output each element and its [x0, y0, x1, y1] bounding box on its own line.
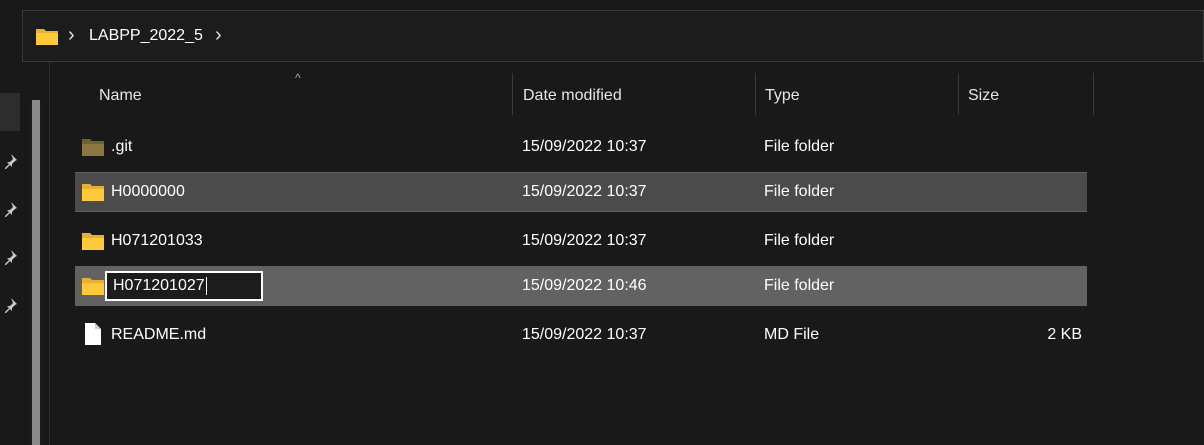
column-header-type[interactable]: Type — [765, 86, 800, 106]
column-header-name[interactable]: Name — [99, 86, 142, 106]
nav-item[interactable] — [0, 93, 20, 131]
column-header-size[interactable]: Size — [968, 86, 999, 106]
file-size — [967, 127, 1082, 167]
file-type: File folder — [764, 277, 835, 294]
breadcrumb-item[interactable]: LABPP_2022_5 — [89, 26, 203, 46]
file-name: .git — [111, 138, 133, 155]
address-bar[interactable]: › LABPP_2022_5 › — [22, 10, 1204, 62]
file-type: MD File — [764, 326, 820, 343]
chevron-right-icon[interactable]: › — [68, 25, 75, 45]
file-name: H071201033 — [111, 232, 203, 249]
column-header-date[interactable]: Date modified — [523, 86, 622, 106]
pin-icon[interactable] — [2, 249, 18, 265]
file-name: H0000000 — [111, 183, 185, 200]
nav-scrollbar[interactable] — [30, 100, 42, 445]
folder-icon — [82, 233, 104, 250]
rename-input-text: H071201027 — [113, 277, 205, 294]
file-size: 2 KB — [1047, 326, 1082, 343]
pin-icon[interactable] — [2, 297, 18, 313]
pane-divider[interactable] — [49, 62, 50, 445]
sort-ascending-icon: ^ — [295, 71, 301, 85]
file-type: File folder — [764, 232, 835, 249]
folder-icon — [82, 139, 104, 156]
file-size — [967, 221, 1082, 261]
chevron-right-icon[interactable]: › — [215, 25, 222, 45]
column-divider[interactable] — [1093, 73, 1094, 115]
file-date: 15/09/2022 10:37 — [522, 326, 647, 343]
column-divider[interactable] — [755, 73, 756, 115]
file-row[interactable]: H0000000 15/09/2022 10:37 File folder — [75, 172, 1087, 212]
file-size — [967, 173, 1082, 213]
file-row[interactable]: H071201027 15/09/2022 10:46 File folder — [75, 266, 1087, 306]
column-divider[interactable] — [958, 73, 959, 115]
file-type: File folder — [764, 138, 835, 155]
pin-icon[interactable] — [2, 201, 18, 217]
file-row[interactable]: H071201033 15/09/2022 10:37 File folder — [75, 221, 1087, 261]
file-type: File folder — [764, 183, 835, 200]
rename-input[interactable]: H071201027 — [105, 271, 263, 301]
file-date: 15/09/2022 10:46 — [522, 277, 647, 294]
column-divider[interactable] — [512, 73, 513, 115]
file-date: 15/09/2022 10:37 — [522, 138, 647, 155]
file-date: 15/09/2022 10:37 — [522, 232, 647, 249]
folder-icon — [82, 184, 104, 201]
file-size — [967, 266, 1082, 306]
file-name: README.md — [111, 326, 207, 343]
scrollbar-thumb[interactable] — [32, 100, 40, 445]
text-cursor — [205, 276, 207, 295]
file-icon — [85, 323, 101, 345]
file-row[interactable]: .git 15/09/2022 10:37 File folder — [75, 127, 1087, 167]
folder-icon — [82, 278, 104, 295]
pin-icon[interactable] — [2, 153, 18, 169]
file-explorer-window: › LABPP_2022_5 › ^ Name Date modified Ty… — [0, 0, 1204, 445]
file-row[interactable]: README.md 15/09/2022 10:37 MD File 2 KB — [75, 315, 1087, 355]
folder-icon — [36, 29, 58, 45]
file-date: 15/09/2022 10:37 — [522, 183, 647, 200]
